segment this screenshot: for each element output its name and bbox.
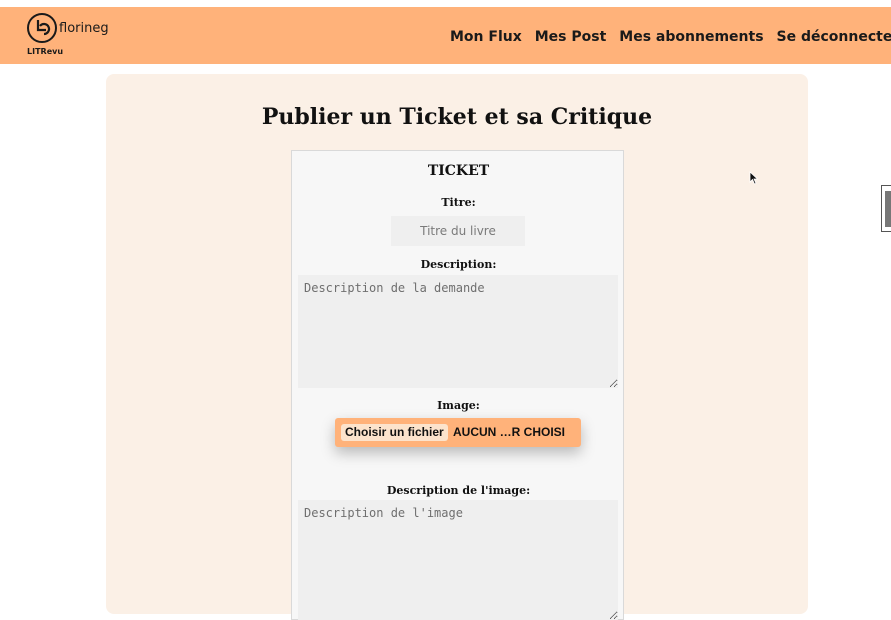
ticket-heading: TICKET bbox=[427, 163, 490, 179]
title-input[interactable] bbox=[391, 216, 525, 246]
litrevu-logo-icon bbox=[27, 13, 57, 43]
choose-file-button[interactable]: Choisir un fichier bbox=[341, 424, 448, 441]
logo-brand-name: LITRevu bbox=[27, 47, 64, 56]
site-logo[interactable]: florineg LITRevu bbox=[27, 13, 117, 59]
image-description-textarea[interactable] bbox=[298, 500, 618, 620]
logo-username: florineg bbox=[59, 21, 109, 36]
image-label: Image: bbox=[437, 399, 480, 412]
description-label: Description: bbox=[420, 258, 497, 271]
ticket-form: TICKET Titre: Description: Image: Choisi… bbox=[291, 150, 624, 620]
side-scroll-handle[interactable] bbox=[881, 185, 891, 232]
page-title: Publier un Ticket et sa Critique bbox=[261, 104, 653, 130]
main-nav: Mon Flux Mes Post Mes abonnements Se déconn… bbox=[450, 26, 891, 45]
title-label: Titre: bbox=[441, 196, 476, 209]
file-upload-input[interactable]: Choisir un fichier AUCUN …R CHOISI bbox=[335, 418, 581, 447]
file-status-text: AUCUN …R CHOISI bbox=[453, 425, 566, 439]
mouse-pointer-icon bbox=[749, 171, 759, 185]
nav-link-mes-abonnements[interactable]: Mes abonnements bbox=[619, 29, 763, 45]
nav-link-mon-flux[interactable]: Mon Flux bbox=[450, 29, 522, 45]
main-content: Publier un Ticket et sa Critique TICKET … bbox=[106, 74, 808, 620]
site-header: florineg LITRevu Mon Flux Mes Post Mes abo… bbox=[0, 7, 891, 64]
description-textarea[interactable] bbox=[298, 275, 618, 388]
image-description-label: Description de l'image: bbox=[386, 484, 531, 497]
nav-link-logout[interactable]: Se déconnecter bbox=[777, 29, 891, 45]
nav-link-mes-post[interactable]: Mes Post bbox=[535, 29, 607, 45]
